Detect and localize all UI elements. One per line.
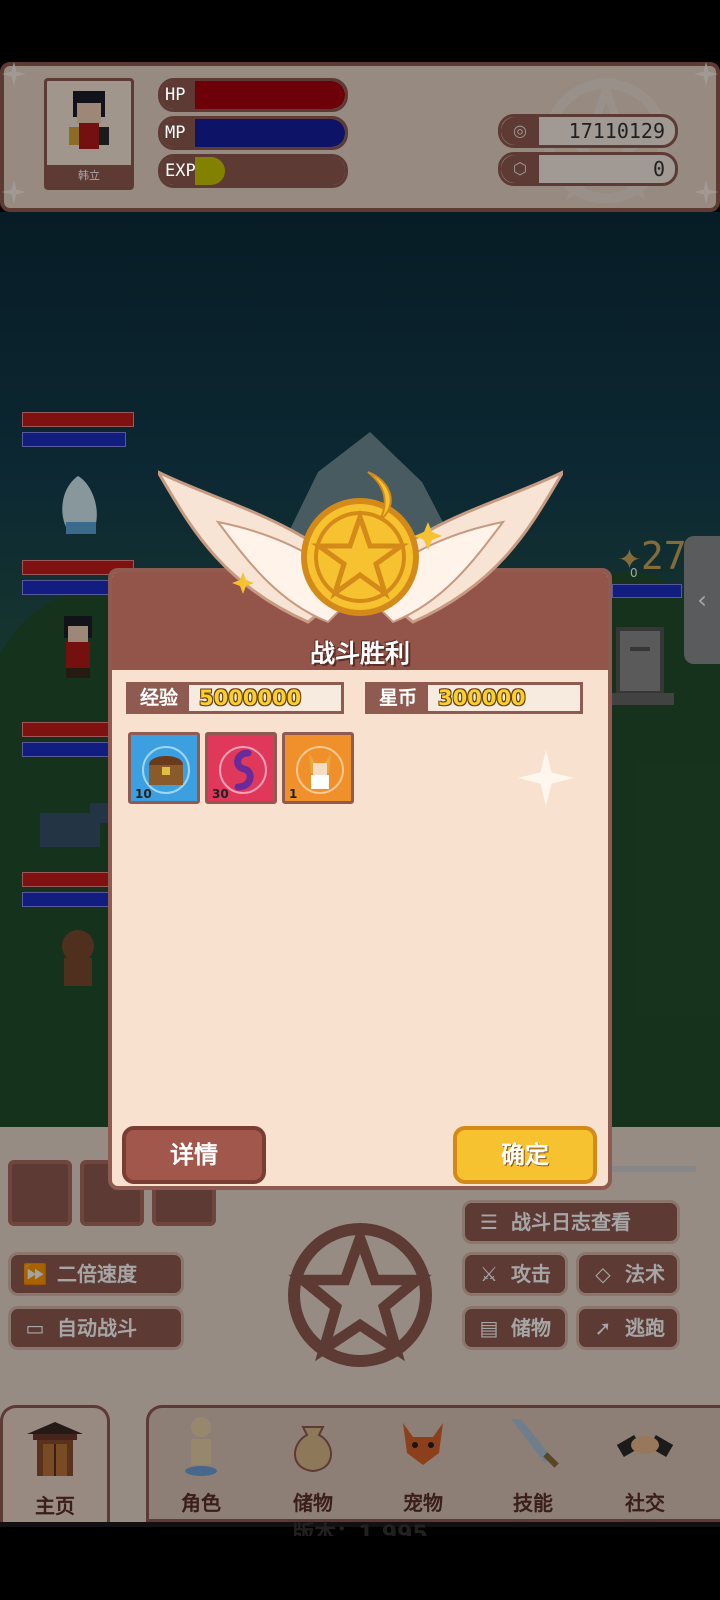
coin-reward-label: 星币 [368, 685, 428, 711]
game-screen: 韩立 HP MP EXP ◎ 17110129 ⬡ 0 ✦278 0 ‹ ☰ 战… [0, 0, 720, 1600]
exp-reward-value: 5000000 [199, 686, 302, 710]
sparkle-icon [518, 750, 574, 806]
mp-label: MP [165, 123, 186, 143]
exp-reward-label: 经验 [129, 685, 189, 711]
details-button[interactable]: 详情 [122, 1126, 266, 1184]
exp-reward: 经验 5000000 [126, 682, 344, 714]
exp-label: EXP [165, 161, 196, 181]
fox-girl-icon [296, 746, 344, 794]
hp-label: HP [165, 85, 186, 105]
victory-dialog: 战斗胜利 [108, 568, 612, 1190]
reward-item[interactable]: 10 [128, 732, 200, 804]
coin-reward-value: 300000 [438, 686, 526, 710]
winged-star-emblem-icon [158, 470, 563, 624]
confirm-button[interactable]: 确定 [453, 1126, 597, 1184]
reward-item[interactable]: 30 [205, 732, 277, 804]
reward-item[interactable]: 1 [282, 732, 354, 804]
coin-reward: 星币 300000 [365, 682, 583, 714]
